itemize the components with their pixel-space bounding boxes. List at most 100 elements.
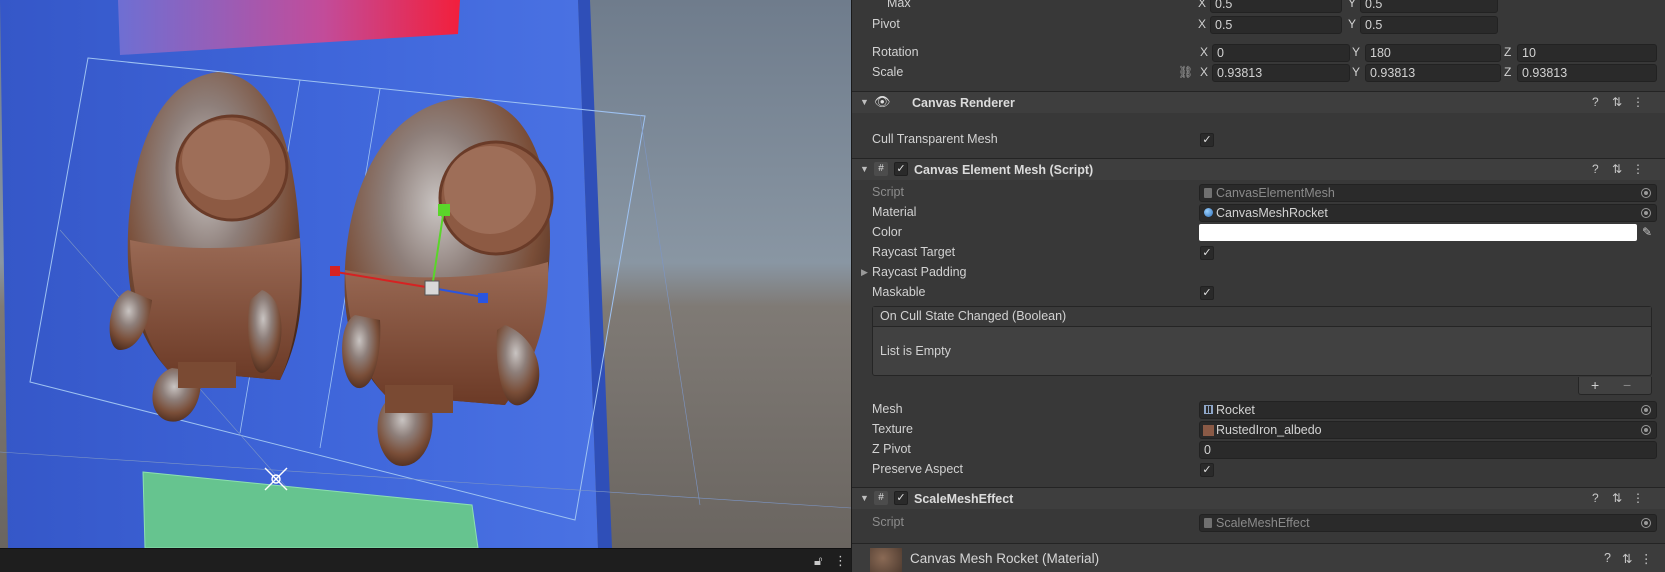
script-row: Script CanvasElementMesh (852, 183, 1658, 203)
more-vertical-icon[interactable]: ⋮ (1640, 551, 1653, 566)
constrain-proportions-icon[interactable]: ⛓︎ (1178, 65, 1193, 79)
scale-z-axis-label: Z (1504, 65, 1512, 79)
pivot-row: Pivot X 0.5 Y 0.5 (852, 15, 1658, 35)
texture-value: RustedIron_albedo (1216, 423, 1322, 437)
max-row: Max X 0.5 Y 0.5 (852, 0, 1658, 14)
add-listener-button[interactable]: + (1591, 377, 1599, 393)
eye-icon: 👁︎ (874, 94, 891, 109)
more-vertical-icon[interactable]: ⋮ (1632, 491, 1644, 505)
component-title: Canvas Element Mesh (Script) (914, 163, 1094, 177)
pivot-x-field[interactable]: 0.5 (1210, 16, 1342, 34)
texture-label: Texture (872, 422, 913, 436)
scene-view[interactable] (0, 0, 851, 548)
material-label: Material (872, 205, 917, 219)
foldout-arrow-icon[interactable]: ▼ (860, 493, 869, 503)
maskable-checkbox[interactable]: ✓ (1200, 286, 1214, 300)
component-title: Canvas Renderer (912, 96, 1015, 110)
rotation-y-field[interactable]: 180 (1365, 44, 1501, 62)
script-value: ScaleMeshEffect (1216, 516, 1310, 530)
more-vertical-icon[interactable]: ⋮ (1632, 95, 1644, 109)
scene-footer-bar: 🔓︎ ⋮ (0, 548, 851, 572)
more-vertical-icon[interactable]: ⋮ (834, 553, 847, 569)
component-enabled-checkbox[interactable]: ✓ (894, 162, 908, 176)
foldout-arrow-icon[interactable]: ▶ (861, 267, 868, 278)
cull-transparent-mesh-label: Cull Transparent Mesh (872, 132, 998, 146)
preset-icon[interactable]: ⇅ (1612, 162, 1622, 176)
preset-icon[interactable]: ⇅ (1612, 95, 1622, 109)
mesh-label: Mesh (872, 402, 903, 416)
mesh-field[interactable]: Rocket (1199, 401, 1657, 419)
raycast-target-checkbox[interactable]: ✓ (1200, 246, 1214, 260)
preserve-aspect-label: Preserve Aspect (872, 462, 964, 476)
raycast-target-row: Raycast Target ✓ (852, 243, 1658, 263)
material-value: CanvasMeshRocket (1216, 206, 1328, 220)
pivot-y-field[interactable]: 0.5 (1360, 16, 1498, 34)
object-picker-icon[interactable] (1641, 208, 1651, 218)
rotation-x-field[interactable]: 0 (1212, 44, 1350, 62)
scale-y-field[interactable]: 0.93813 (1365, 64, 1501, 82)
object-picker-icon (1641, 188, 1651, 198)
lock-icon[interactable]: 🔓︎ (814, 553, 822, 569)
event-list-buttons: + − (1578, 377, 1652, 395)
help-icon[interactable]: ? (1592, 162, 1599, 176)
max-x-axis-label: X (1198, 0, 1207, 10)
scale-x-field[interactable]: 0.93813 (1212, 64, 1350, 82)
rotation-z-field[interactable]: 10 (1517, 44, 1657, 62)
material-inspector-header[interactable]: Canvas Mesh Rocket (Material) ? ⇅ ⋮ (852, 543, 1665, 572)
scale-row: Scale ⛓︎ X 0.93813 Y 0.93813 Z 0.93813 (852, 63, 1658, 83)
canvas-element-mesh-header[interactable]: ▼ # ✓ Canvas Element Mesh (Script) ? ⇅ ⋮ (852, 158, 1665, 180)
maskable-row: Maskable ✓ (852, 283, 1658, 303)
script-field: ScaleMeshEffect (1199, 514, 1657, 532)
event-title: On Cull State Changed (Boolean) (873, 307, 1651, 327)
z-pivot-row: Z Pivot 0 (852, 440, 1658, 460)
preserve-aspect-row: Preserve Aspect ✓ (852, 460, 1658, 480)
scale-y-axis-label: Y (1352, 65, 1361, 79)
object-picker-icon[interactable] (1641, 425, 1651, 435)
script-icon: # (874, 162, 888, 176)
scale-label: Scale (872, 65, 904, 79)
max-y-field[interactable]: 0.5 (1360, 0, 1498, 13)
eyedropper-icon[interactable]: ✎ (1642, 225, 1652, 239)
cull-transparent-mesh-row: Cull Transparent Mesh ✓ (852, 130, 1658, 150)
pivot-y-axis-label: Y (1348, 17, 1357, 31)
rotation-label: Rotation (872, 45, 919, 59)
scene-canvas[interactable] (0, 0, 851, 548)
help-icon[interactable]: ? (1592, 491, 1599, 505)
texture-row: Texture RustedIron_albedo (852, 420, 1658, 445)
max-y-axis-label: Y (1348, 0, 1357, 10)
cull-transparent-mesh-checkbox[interactable]: ✓ (1200, 133, 1214, 147)
script-label: Script (872, 515, 904, 529)
foldout-arrow-icon[interactable]: ▼ (860, 164, 869, 174)
mesh-value: Rocket (1216, 403, 1255, 417)
color-label: Color (872, 225, 902, 239)
help-icon[interactable]: ? (1604, 551, 1611, 565)
scale-z-field[interactable]: 0.93813 (1517, 64, 1657, 82)
help-icon[interactable]: ? (1592, 95, 1599, 109)
preset-icon[interactable]: ⇅ (1612, 491, 1622, 505)
color-swatch[interactable] (1199, 224, 1637, 241)
script-value: CanvasElementMesh (1216, 186, 1335, 200)
preset-icon[interactable]: ⇅ (1622, 551, 1632, 566)
object-picker-icon (1641, 518, 1651, 528)
pivot-x-axis-label: X (1198, 17, 1207, 31)
z-pivot-field[interactable]: 0 (1199, 441, 1657, 459)
object-picker-icon[interactable] (1641, 405, 1651, 415)
maskable-label: Maskable (872, 285, 926, 299)
texture-field[interactable]: RustedIron_albedo (1199, 421, 1657, 439)
script-file-icon (1204, 188, 1212, 198)
scale-mesh-effect-header[interactable]: ▼ # ✓ ScaleMeshEffect ? ⇅ ⋮ (852, 487, 1665, 509)
event-empty-text: List is Empty (880, 344, 951, 358)
script-file-icon (1204, 518, 1212, 528)
material-field[interactable]: CanvasMeshRocket (1199, 204, 1657, 222)
foldout-arrow-icon[interactable]: ▼ (860, 97, 869, 107)
material-icon (1204, 208, 1213, 217)
more-vertical-icon[interactable]: ⋮ (1632, 162, 1644, 176)
remove-listener-button[interactable]: − (1623, 377, 1631, 393)
raycast-padding-row[interactable]: ▶ Raycast Padding (852, 263, 1658, 283)
preserve-aspect-checkbox[interactable]: ✓ (1200, 463, 1214, 477)
max-x-field[interactable]: 0.5 (1210, 0, 1342, 13)
component-enabled-checkbox[interactable]: ✓ (894, 491, 908, 505)
texture-thumbnail-icon (1203, 425, 1214, 436)
canvas-renderer-header[interactable]: ▼ 👁︎ Canvas Renderer ? ⇅ ⋮ (852, 91, 1665, 113)
component-title: ScaleMeshEffect (914, 492, 1014, 506)
